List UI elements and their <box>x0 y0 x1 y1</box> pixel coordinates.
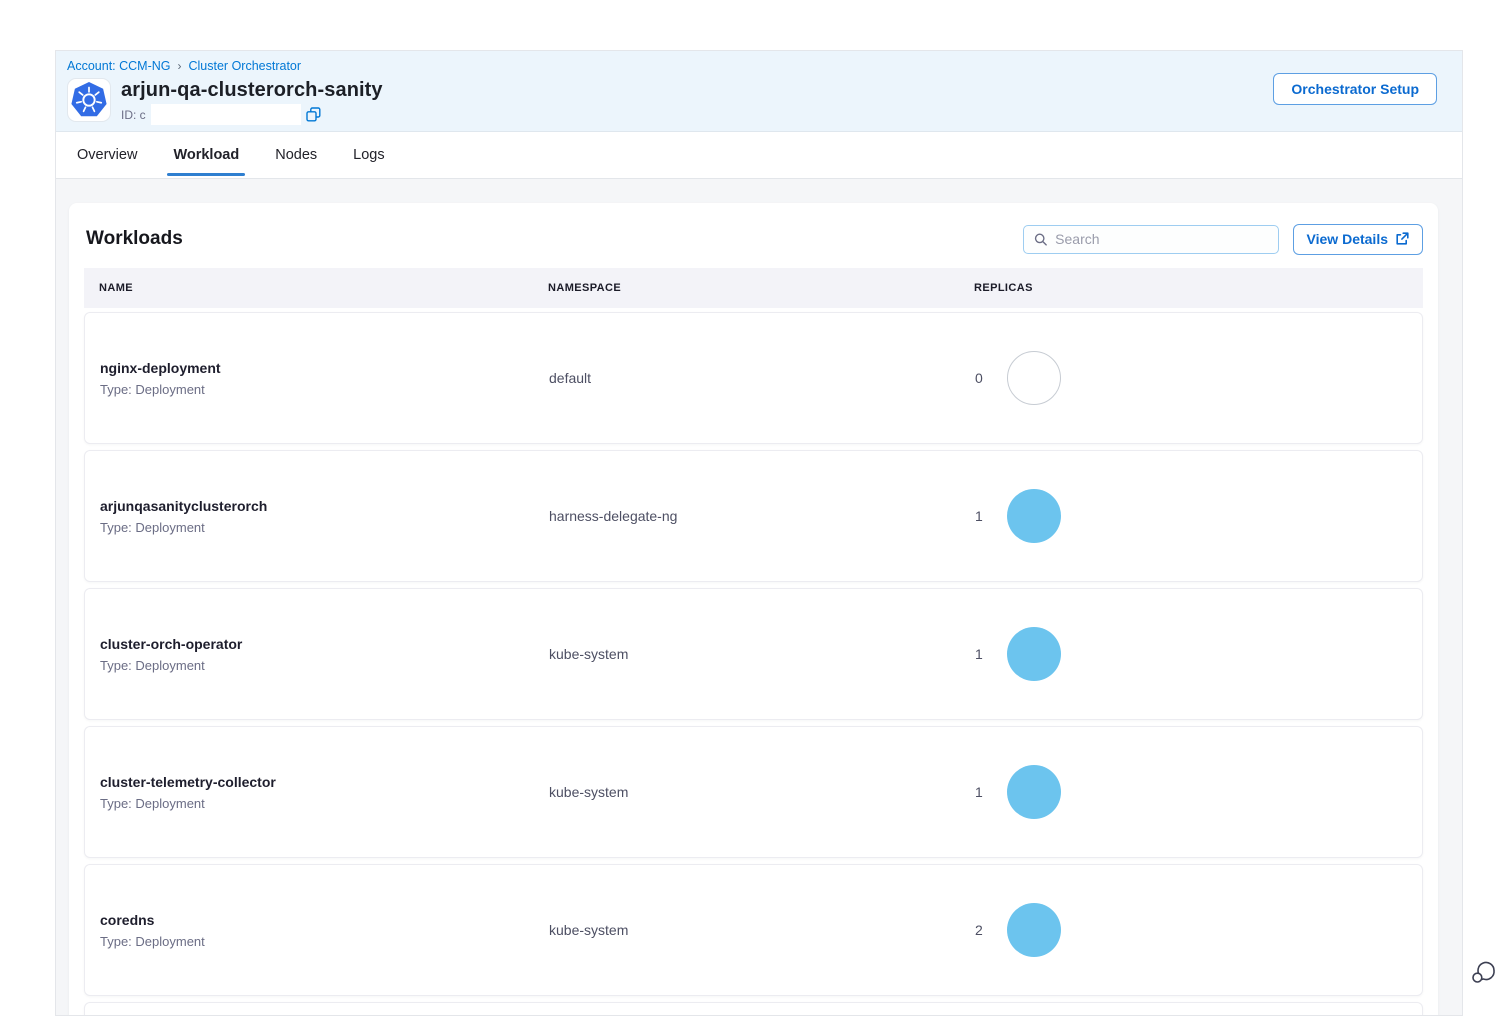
tab-workload[interactable]: Workload <box>167 132 245 178</box>
tab-bar: Overview Workload Nodes Logs <box>56 132 1462 179</box>
tab-overview[interactable]: Overview <box>71 132 143 178</box>
column-header-name: NAME <box>84 282 533 294</box>
breadcrumb: Account: CCM-NG › Cluster Orchestrator <box>67 59 1438 73</box>
replica-status-circle <box>1007 351 1061 405</box>
external-link-icon <box>1395 232 1409 246</box>
view-details-button[interactable]: View Details <box>1293 224 1423 255</box>
workload-namespace: harness-delegate-ng <box>534 508 960 524</box>
table-row-partial[interactable] <box>84 1002 1423 1016</box>
replica-count: 1 <box>975 508 985 524</box>
cluster-title-row: arjun-qa-clusterorch-sanity ID: c <box>67 78 1438 125</box>
cluster-id-label: ID: c <box>121 108 146 122</box>
replica-status-circle <box>1007 903 1061 957</box>
workload-type: Type: Deployment <box>100 520 534 535</box>
cluster-id-row: ID: c <box>121 104 383 125</box>
workload-namespace: kube-system <box>534 646 960 662</box>
table-header-row: NAME NAMESPACE REPLICAS <box>84 268 1423 308</box>
workload-name: cluster-orch-operator <box>100 636 534 652</box>
workloads-title: Workloads <box>86 228 183 250</box>
chat-help-button[interactable] <box>1469 959 1497 987</box>
page-title: arjun-qa-clusterorch-sanity <box>121 78 383 102</box>
workload-namespace: kube-system <box>534 784 960 800</box>
replica-count: 1 <box>975 646 985 662</box>
table-row[interactable]: arjunqasanityclusterorch Type: Deploymen… <box>84 450 1423 582</box>
tab-logs[interactable]: Logs <box>347 132 390 178</box>
orchestrator-setup-button[interactable]: Orchestrator Setup <box>1273 73 1437 105</box>
workload-namespace: default <box>534 370 960 386</box>
replica-count: 0 <box>975 370 985 386</box>
page-body: Workloads View Details <box>56 179 1462 1016</box>
breadcrumb-account-link[interactable]: Account: CCM-NG <box>67 59 171 73</box>
kubernetes-icon <box>70 81 108 119</box>
table-row[interactable]: coredns Type: Deployment kube-system 2 <box>84 864 1423 996</box>
workloads-card: Workloads View Details <box>69 203 1438 1016</box>
app-window: Account: CCM-NG › Cluster Orchestrator <box>55 50 1463 1016</box>
search-box[interactable] <box>1023 225 1279 254</box>
chat-bubbles-icon <box>1469 959 1497 987</box>
view-details-label: View Details <box>1307 231 1388 247</box>
replica-status-circle <box>1007 489 1061 543</box>
workload-type: Type: Deployment <box>100 934 534 949</box>
column-header-namespace: NAMESPACE <box>533 282 959 294</box>
replica-count: 1 <box>975 784 985 800</box>
table-row[interactable]: cluster-orch-operator Type: Deployment k… <box>84 588 1423 720</box>
workload-name: cluster-telemetry-collector <box>100 774 534 790</box>
workload-type: Type: Deployment <box>100 658 534 673</box>
kubernetes-logo-badge <box>67 78 111 122</box>
breadcrumb-section-link[interactable]: Cluster Orchestrator <box>189 59 302 73</box>
copy-icon[interactable] <box>306 107 321 122</box>
cluster-id-redacted-value <box>151 104 301 125</box>
workload-type: Type: Deployment <box>100 382 534 397</box>
workload-name: arjunqasanityclusterorch <box>100 498 534 514</box>
workload-name: coredns <box>100 912 534 928</box>
table-row[interactable]: nginx-deployment Type: Deployment defaul… <box>84 312 1423 444</box>
page-header: Account: CCM-NG › Cluster Orchestrator <box>56 51 1462 132</box>
replica-status-circle <box>1007 627 1061 681</box>
table-row[interactable]: cluster-telemetry-collector Type: Deploy… <box>84 726 1423 858</box>
workloads-table-body: nginx-deployment Type: Deployment defaul… <box>84 312 1423 1016</box>
workload-type: Type: Deployment <box>100 796 534 811</box>
replica-status-circle <box>1007 765 1061 819</box>
search-icon <box>1034 232 1048 247</box>
replica-count: 2 <box>975 922 985 938</box>
column-header-replicas: REPLICAS <box>959 282 1423 294</box>
workload-namespace: kube-system <box>534 922 960 938</box>
tab-nodes[interactable]: Nodes <box>269 132 323 178</box>
workloads-card-header: Workloads View Details <box>84 218 1423 268</box>
breadcrumb-chevron-icon: › <box>178 59 182 73</box>
workload-name: nginx-deployment <box>100 360 534 376</box>
search-input[interactable] <box>1055 231 1267 247</box>
